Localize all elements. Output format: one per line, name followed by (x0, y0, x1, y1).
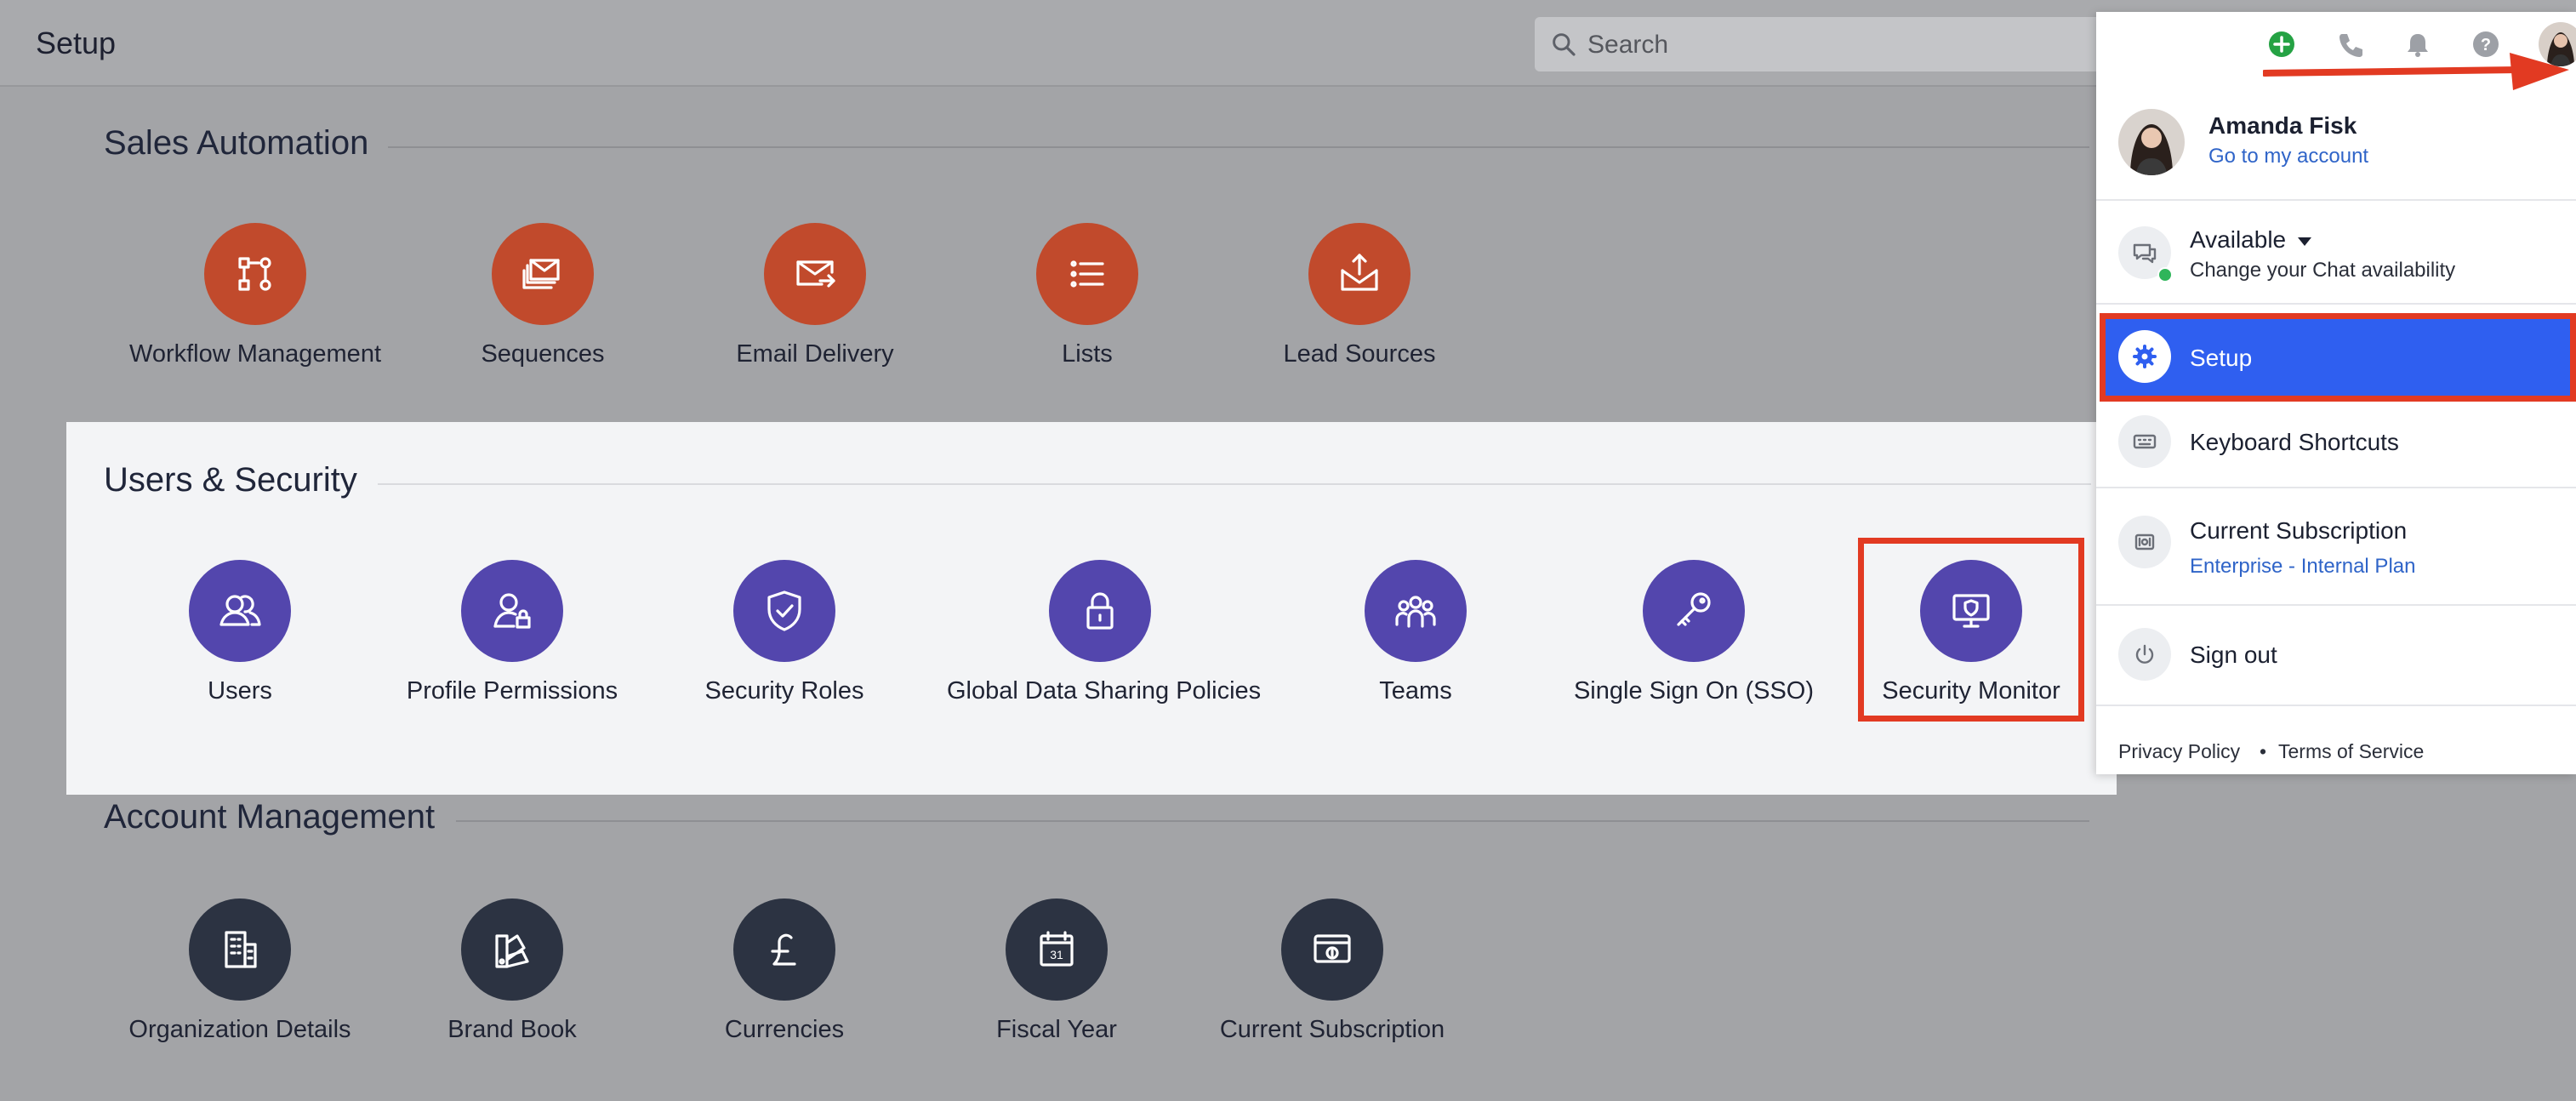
calendar-day: 31 (1050, 948, 1063, 961)
users-icon (189, 560, 291, 662)
pound-icon (733, 898, 835, 1001)
tile-label: Brand Book (447, 1016, 577, 1043)
availability-subtitle: Change your Chat availability (2190, 259, 2456, 282)
privacy-policy-link[interactable]: Privacy Policy (2118, 740, 2240, 763)
terms-of-service-link[interactable]: Terms of Service (2278, 740, 2424, 763)
tile-label: Lead Sources (1283, 340, 1436, 368)
tile-currencies[interactable]: Currencies (631, 898, 938, 1086)
tile-email-delivery[interactable]: Email Delivery (662, 223, 968, 410)
tile-teams[interactable]: Teams (1262, 560, 1569, 747)
menu-item-setup-label: Setup (2190, 345, 2253, 371)
tile-label: Sequences (481, 340, 605, 368)
tile-workflow-management[interactable]: Workflow Management (102, 223, 408, 410)
availability-status[interactable]: Available (2190, 226, 2311, 254)
tile-label: Global Data Sharing Policies (947, 677, 1262, 705)
menu-divider (2096, 303, 2576, 305)
lead-sources-icon (1308, 223, 1411, 325)
section-title-sales-automation: Sales Automation (104, 124, 369, 162)
tile-sequences[interactable]: Sequences (390, 223, 696, 410)
section-divider (378, 483, 2091, 485)
tile-brand-book[interactable]: Brand Book (359, 898, 665, 1086)
section-title-users-security: Users & Security (104, 461, 357, 499)
key-icon (1643, 560, 1745, 662)
tile-profile-permissions[interactable]: Profile Permissions (359, 560, 665, 747)
page-title: Setup (36, 26, 117, 60)
section-divider (388, 146, 2089, 148)
sequences-icon (492, 223, 594, 325)
search-icon (1553, 33, 1576, 56)
search-input[interactable] (1586, 17, 2185, 73)
calendar-icon: 31 (1006, 898, 1108, 1001)
profile-permissions-icon (461, 560, 563, 662)
gear-icon (2118, 330, 2171, 383)
tile-label: Organization Details (128, 1016, 351, 1043)
list-icon (1036, 223, 1138, 325)
tile-label: Single Sign On (SSO) (1573, 677, 1815, 705)
tile-lead-sources[interactable]: Lead Sources (1206, 223, 1513, 410)
subscription-menu-icon (2118, 516, 2171, 568)
power-icon (2118, 628, 2171, 681)
tile-label: Current Subscription (1219, 1016, 1445, 1043)
tile-global-data-sharing-policies[interactable]: Global Data Sharing Policies (947, 560, 1262, 747)
tile-label: Workflow Management (128, 340, 382, 368)
menu-item-sign-out[interactable]: Sign out (2190, 642, 2277, 669)
chevron-down-icon (2297, 237, 2311, 246)
tile-label: Teams (1379, 677, 1452, 705)
annotation-arrow (2263, 53, 2569, 90)
tile-label: Email Delivery (736, 340, 894, 368)
tile-label: Lists (1062, 340, 1113, 368)
go-to-account-link[interactable]: Go to my account (2208, 145, 2368, 168)
availability-label: Available (2190, 226, 2287, 253)
user-avatar (2118, 109, 2185, 175)
tile-current-subscription[interactable]: Current Subscription (1179, 898, 1485, 1086)
shield-check-icon (733, 560, 835, 662)
menu-item-setup[interactable] (2100, 313, 2576, 402)
tile-fiscal-year[interactable]: 31 Fiscal Year (903, 898, 1210, 1086)
menu-divider (2096, 487, 2576, 488)
menu-item-keyboard-shortcuts[interactable]: Keyboard Shortcuts (2190, 429, 2399, 456)
menu-item-current-subscription[interactable]: Current Subscription (2190, 517, 2407, 545)
menu-divider (2096, 604, 2576, 606)
tile-single-sign-on[interactable]: Single Sign On (SSO) (1541, 560, 1847, 747)
menu-divider (2096, 199, 2576, 201)
footer-separator: • (2260, 740, 2267, 762)
tile-label: Currencies (724, 1016, 845, 1043)
email-delivery-icon (764, 223, 866, 325)
subscription-icon (1281, 898, 1383, 1001)
section-divider (456, 820, 2089, 822)
annotation-highlight-box (1858, 538, 2084, 722)
teams-icon (1365, 560, 1467, 662)
online-status-dot (2157, 267, 2173, 282)
tile-label: Users (208, 677, 272, 705)
tile-users[interactable]: Users (87, 560, 393, 747)
tile-label: Profile Permissions (406, 677, 618, 705)
brand-book-icon (461, 898, 563, 1001)
menu-divider (2096, 705, 2576, 706)
subscription-plan-link[interactable]: Enterprise - Internal Plan (2190, 555, 2415, 579)
tile-security-roles[interactable]: Security Roles (631, 560, 938, 747)
user-name: Amanda Fisk (2208, 112, 2357, 139)
tile-label: Fiscal Year (996, 1016, 1117, 1043)
workflow-icon (204, 223, 306, 325)
lock-icon (1049, 560, 1151, 662)
tile-organization-details[interactable]: Organization Details (87, 898, 393, 1086)
keyboard-icon (2118, 415, 2171, 468)
section-title-account-management: Account Management (104, 798, 436, 836)
building-icon (189, 898, 291, 1001)
tile-lists[interactable]: Lists (934, 223, 1240, 410)
tile-label: Security Roles (704, 677, 864, 705)
